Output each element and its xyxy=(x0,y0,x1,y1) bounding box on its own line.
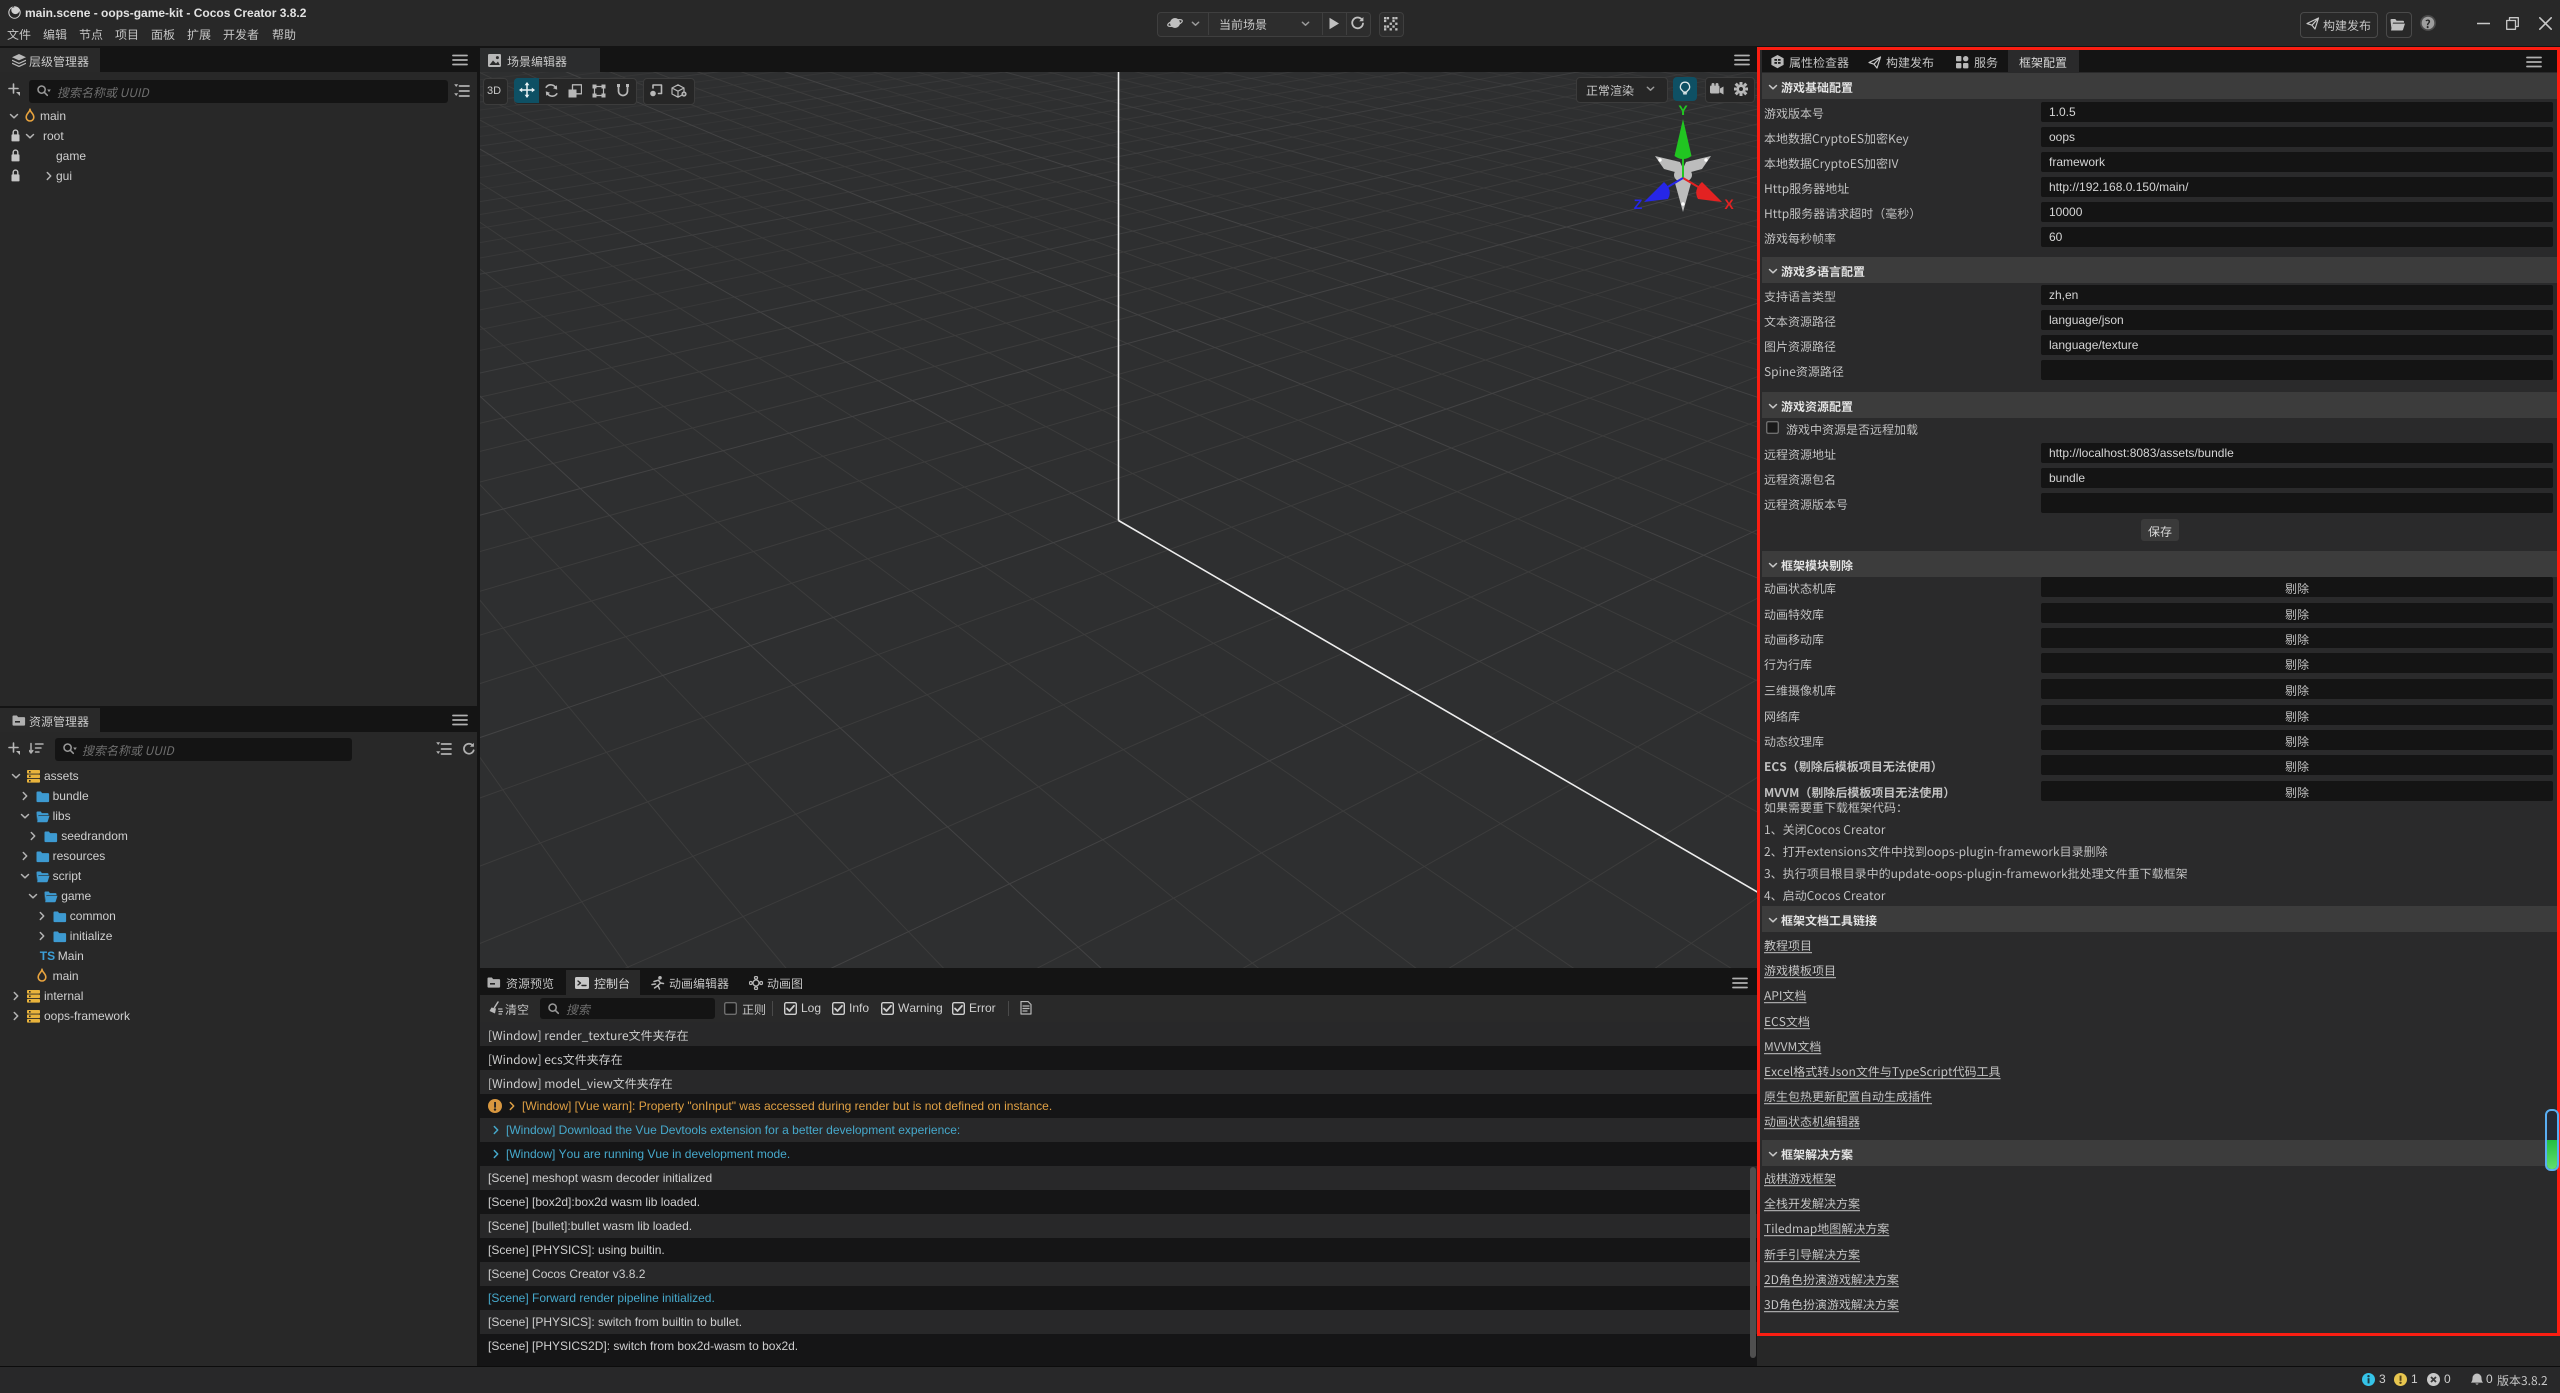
svg-text:Z: Z xyxy=(1634,196,1643,212)
svg-text:Y: Y xyxy=(1678,102,1688,118)
svg-text:X: X xyxy=(1724,196,1734,212)
